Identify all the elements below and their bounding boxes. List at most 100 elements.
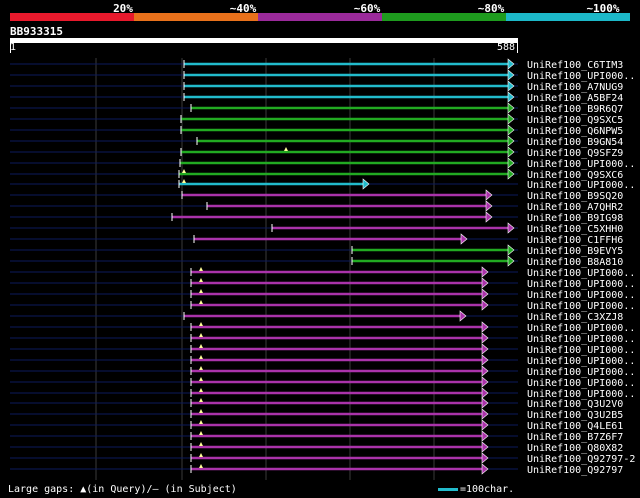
hit-row[interactable]: UniRef100_B8A810 [10, 255, 623, 268]
hit-row[interactable]: UniRef100_Q9SXC5 [10, 113, 623, 126]
hit-row[interactable]: UniRef100_UPI000.. [10, 277, 635, 290]
hit-end-arrow [481, 441, 489, 453]
hit-label[interactable]: UniRef100_B9IG98 [527, 213, 623, 224]
hit-label[interactable]: UniRef100_UPI000.. [527, 268, 635, 279]
hit-label[interactable]: UniRef100_UPI000.. [527, 345, 635, 356]
hit-label[interactable]: UniRef100_A5BF24 [527, 93, 623, 104]
hit-row[interactable]: UniRef100_Q92797-2 [10, 452, 635, 465]
hit-label[interactable]: UniRef100_UPI000.. [527, 378, 635, 389]
hit-row[interactable]: UniRef100_Q4LE61 [10, 419, 623, 432]
hit-row[interactable]: UniRef100_C1FFH6 [10, 233, 623, 246]
hit-row[interactable]: UniRef100_UPI000.. [10, 288, 635, 301]
hit-row[interactable]: UniRef100_B9GN54 [10, 135, 623, 148]
query-gap-marker [199, 442, 203, 446]
hit-label[interactable]: UniRef100_A7QHR2 [527, 202, 623, 213]
hit-label[interactable]: UniRef100_C3XZJ8 [527, 312, 623, 323]
query-gap-marker [199, 464, 203, 468]
hit-label[interactable]: UniRef100_Q9SXC5 [527, 115, 623, 126]
hit-label[interactable]: UniRef100_UPI000.. [527, 159, 635, 170]
hit-label[interactable]: UniRef100_Q92797-2 [527, 454, 635, 465]
hit-label[interactable]: UniRef100_UPI000.. [527, 71, 635, 82]
hit-label[interactable]: UniRef100_B9SQ20 [527, 191, 623, 202]
hit-label[interactable]: UniRef100_Q6NPW5 [527, 126, 623, 137]
query-gap-marker [182, 179, 186, 183]
hit-end-arrow [507, 58, 515, 70]
hit-label[interactable]: UniRef100_UPI000.. [527, 290, 635, 301]
query-gap-marker [199, 453, 203, 457]
hit-row[interactable]: UniRef100_C3XZJ8 [10, 310, 623, 323]
hit-end-arrow [481, 387, 489, 399]
hit-label[interactable]: UniRef100_UPI000.. [527, 323, 635, 334]
hit-label[interactable]: UniRef100_B7Z6F7 [527, 432, 623, 443]
hit-label[interactable]: UniRef100_B9EVY5 [527, 246, 623, 257]
hit-label[interactable]: UniRef100_UPI000.. [527, 279, 635, 290]
query-gap-marker [284, 147, 288, 151]
hit-row[interactable]: UniRef100_Q3U2V0 [10, 397, 623, 410]
hit-end-arrow [481, 332, 489, 344]
hit-row[interactable]: UniRef100_UPI000.. [10, 343, 635, 356]
hit-row[interactable]: UniRef100_B9EVY5 [10, 244, 623, 257]
hit-row[interactable]: UniRef100_UPI000.. [10, 157, 635, 170]
hit-row[interactable]: UniRef100_Q3U2B5 [10, 408, 623, 421]
hit-end-arrow [362, 178, 370, 190]
hit-end-arrow [481, 288, 489, 300]
hit-end-arrow [485, 200, 493, 212]
hit-label[interactable]: UniRef100_Q3U2B5 [527, 410, 623, 421]
hit-end-arrow [481, 354, 489, 366]
query-gap-marker [199, 267, 203, 271]
scale-legend: =100char. [438, 484, 514, 495]
hit-row[interactable]: UniRef100_UPI000.. [10, 332, 635, 345]
hit-row[interactable]: UniRef100_C6TIM3 [10, 58, 623, 71]
hit-label[interactable]: UniRef100_Q9SFZ9 [527, 148, 623, 159]
hit-row[interactable]: UniRef100_UPI000.. [10, 69, 635, 82]
hit-row[interactable]: UniRef100_Q92797 [10, 463, 623, 476]
hit-end-arrow [507, 91, 515, 103]
hit-row[interactable]: UniRef100_UPI000.. [10, 376, 635, 389]
query-gap-marker [199, 366, 203, 370]
hit-row[interactable]: UniRef100_Q9SFZ9 [10, 146, 623, 159]
hit-end-arrow [507, 113, 515, 125]
hit-row[interactable]: UniRef100_A7NUG9 [10, 80, 623, 93]
query-gap-marker [199, 355, 203, 359]
hit-end-arrow [507, 124, 515, 136]
hit-label[interactable]: UniRef100_A7NUG9 [527, 82, 623, 93]
query-gap-marker [199, 409, 203, 413]
query-gap-marker [199, 333, 203, 337]
hit-label[interactable]: UniRef100_B8A810 [527, 257, 623, 268]
hit-label[interactable]: UniRef100_Q80X82 [527, 443, 623, 454]
hit-label[interactable]: UniRef100_Q92797 [527, 465, 623, 476]
hit-end-arrow [481, 430, 489, 442]
gap-legend: Large gaps: ▲(in Query)/– (in Subject) [8, 484, 237, 495]
hit-row[interactable]: UniRef100_B9SQ20 [10, 189, 623, 202]
hit-label[interactable]: UniRef100_C1FFH6 [527, 235, 623, 246]
hit-row[interactable]: UniRef100_UPI000.. [10, 354, 635, 367]
hit-row[interactable]: UniRef100_UPI000.. [10, 266, 635, 279]
hit-label[interactable]: UniRef100_Q3U2V0 [527, 399, 623, 410]
hit-row[interactable]: UniRef100_B7Z6F7 [10, 430, 623, 443]
query-gap-marker [199, 377, 203, 381]
hit-row[interactable]: UniRef100_A7QHR2 [10, 200, 623, 213]
hit-row[interactable]: UniRef100_B9IG98 [10, 211, 623, 224]
hit-label[interactable]: UniRef100_UPI000.. [527, 334, 635, 345]
hit-label[interactable]: UniRef100_B9R6Q7 [527, 104, 623, 115]
hit-label[interactable]: UniRef100_Q4LE61 [527, 421, 623, 432]
hit-row[interactable]: UniRef100_UPI000.. [10, 178, 635, 191]
hit-row[interactable]: UniRef100_UPI000.. [10, 299, 635, 312]
hit-label[interactable]: UniRef100_UPI000.. [527, 180, 635, 191]
hit-row[interactable]: UniRef100_UPI000.. [10, 321, 635, 334]
hit-row[interactable]: UniRef100_UPI000.. [10, 365, 635, 378]
hit-row[interactable]: UniRef100_Q80X82 [10, 441, 623, 454]
hit-label[interactable]: UniRef100_C5XHH0 [527, 224, 623, 235]
hit-label[interactable]: UniRef100_UPI000.. [527, 301, 635, 312]
hit-label[interactable]: UniRef100_B9GN54 [527, 137, 623, 148]
hit-label[interactable]: UniRef100_UPI000.. [527, 367, 635, 378]
hit-row[interactable]: UniRef100_C5XHH0 [10, 222, 623, 235]
hit-row[interactable]: UniRef100_A5BF24 [10, 91, 623, 104]
hit-end-arrow [481, 266, 489, 278]
query-gap-marker [182, 169, 186, 173]
hit-label[interactable]: UniRef100_UPI000.. [527, 356, 635, 367]
hit-end-arrow [507, 157, 515, 169]
hit-row[interactable]: UniRef100_B9R6Q7 [10, 102, 623, 115]
hit-row[interactable]: UniRef100_Q6NPW5 [10, 124, 623, 137]
hit-label[interactable]: UniRef100_C6TIM3 [527, 60, 623, 71]
